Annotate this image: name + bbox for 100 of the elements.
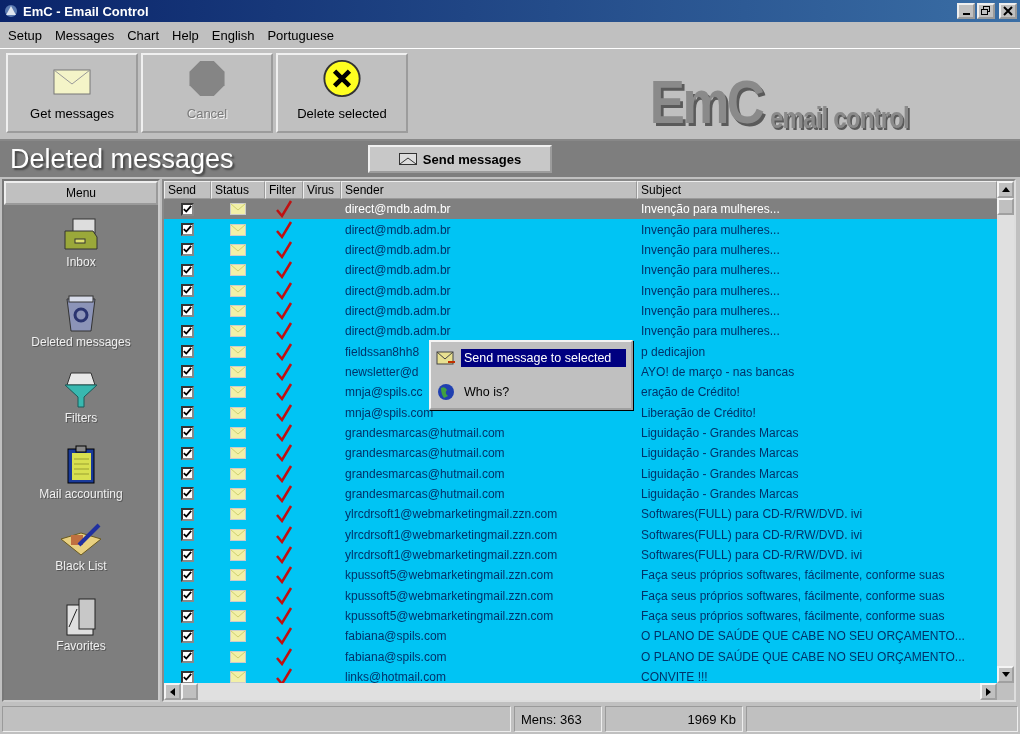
send-checkbox[interactable] [181, 568, 194, 582]
envelope-icon [230, 304, 246, 317]
minimize-icon [962, 13, 970, 15]
sender-text: links@hotmail.com [345, 670, 446, 683]
menu-item[interactable]: English [211, 27, 255, 43]
send-checkbox[interactable] [181, 446, 194, 460]
column-header[interactable]: Subject [637, 181, 997, 199]
sender-text: direct@mdb.adm.br [345, 283, 451, 298]
send-checkbox[interactable] [181, 304, 194, 318]
subject-text: Faça seus próprios softwares, fácilmente, conforme suas [641, 609, 945, 624]
subject-text: O PLANO DE SAÚDE QUE CABE NO SEU ORÇAMENTO... [641, 649, 965, 664]
scroll-down-button[interactable] [997, 666, 1014, 683]
maximize-button[interactable] [977, 3, 995, 19]
scroll-thumb[interactable] [997, 198, 1014, 215]
envelope-icon [230, 365, 246, 378]
logo-text: email control [770, 103, 910, 133]
send-checkbox[interactable] [181, 202, 194, 216]
send-checkbox[interactable] [181, 385, 194, 399]
column-header[interactable]: Sender [341, 181, 637, 199]
envelope-icon [230, 488, 246, 500]
send-checkbox[interactable] [181, 528, 194, 542]
envelope-icon [230, 650, 246, 663]
scroll-right-button[interactable] [980, 683, 997, 700]
sender-text: direct@mdb.adm.br [345, 263, 451, 278]
sidebar-item[interactable]: Favorites [56, 597, 106, 669]
send-checkbox[interactable] [181, 589, 194, 603]
subject-text: Liberação de Crédito! [641, 405, 756, 420]
envelope-icon [230, 223, 246, 236]
send-checkbox[interactable] [181, 406, 194, 420]
envelope-icon [436, 350, 456, 366]
sender-text: direct@mdb.adm.br [345, 324, 451, 339]
envelope-icon [230, 426, 246, 439]
context-menu-item[interactable]: Who is? [433, 378, 629, 406]
menu-item[interactable]: Help [172, 27, 199, 43]
send-checkbox[interactable] [181, 365, 194, 379]
scroll-thumb[interactable] [181, 683, 198, 700]
sender-text: ylrcdrsoft1@webmarketingmail.zzn.com [345, 548, 558, 562]
send-checkbox[interactable] [181, 650, 194, 664]
menu-item[interactable]: Messages [55, 27, 115, 43]
envelope-icon [230, 386, 246, 399]
envelope-icon [230, 610, 246, 623]
horizontal-scrollbar[interactable] [164, 683, 1014, 700]
send-checkbox[interactable] [181, 263, 194, 277]
restore-icon [981, 6, 991, 16]
scroll-up-button[interactable] [997, 181, 1014, 198]
send-checkbox[interactable] [181, 426, 194, 440]
menu-header: Menu [4, 181, 158, 205]
selected-row[interactable]: direct@mdb.adm.br Invenção para mulheres... [164, 199, 997, 220]
drawer-icon [61, 217, 101, 253]
sidebar-item[interactable]: Mail accounting [39, 445, 123, 517]
column-header[interactable]: Virus [303, 181, 341, 199]
send-checkbox[interactable] [181, 507, 194, 521]
subject-text: Invenção para mulheres... [641, 222, 780, 237]
envelope-icon [230, 569, 246, 582]
logo-mark: EmC [649, 71, 763, 133]
send-checkbox[interactable] [181, 284, 194, 298]
envelope-icon [230, 630, 246, 643]
envelope-icon [230, 467, 246, 480]
sender-text: grandesmarcas@hutmail.com [345, 446, 505, 461]
down-arrow-icon [1001, 672, 1010, 677]
menu-item[interactable]: Setup [8, 27, 42, 43]
subject-text: CONVITE !!! [641, 670, 708, 683]
send-checkbox[interactable] [181, 609, 194, 623]
send-messages-button[interactable]: Send messages [368, 145, 552, 173]
sender-text: grandesmarcas@hutmail.com [345, 466, 505, 481]
subject-text: Invenção para mulheres... [641, 283, 780, 298]
sender-text: grandesmarcas@hutmail.com [345, 487, 505, 501]
send-checkbox[interactable] [181, 324, 194, 338]
app-icon [3, 3, 19, 19]
subject-text: Invenção para mulheres... [641, 263, 780, 278]
sidebar-item[interactable]: Black List [55, 521, 107, 593]
send-checkbox[interactable] [181, 243, 194, 257]
column-header[interactable]: Filter [265, 181, 303, 199]
scroll-left-button[interactable] [164, 683, 181, 700]
send-checkbox[interactable] [181, 629, 194, 643]
sidebar-item[interactable]: Filters [61, 369, 101, 441]
minimize-button[interactable] [957, 3, 975, 19]
subject-text: Liguidação - Grandes Marcas [641, 487, 799, 501]
send-checkbox[interactable] [181, 223, 194, 236]
envelope-icon [230, 203, 246, 216]
toolbar-button[interactable]: Get messages [6, 53, 138, 133]
envelope-icon [230, 243, 246, 256]
menu-item[interactable]: Portuguese [267, 27, 334, 43]
menu-item[interactable]: Chart [127, 27, 160, 43]
envelope-icon [230, 406, 246, 419]
sidebar-item[interactable]: Deleted messages [31, 293, 131, 365]
send-checkbox[interactable] [181, 345, 194, 359]
vertical-scrollbar[interactable] [997, 181, 1014, 683]
column-header[interactable]: Status [211, 181, 265, 199]
send-checkbox[interactable] [181, 467, 194, 481]
close-icon [1003, 6, 1013, 16]
column-header[interactable]: Send [164, 181, 211, 199]
toolbar-button[interactable]: Delete selected [276, 53, 408, 133]
left-arrow-icon [170, 687, 175, 696]
send-checkbox[interactable] [181, 548, 194, 562]
send-checkbox[interactable] [181, 487, 194, 501]
sidebar-item[interactable]: Inbox [61, 217, 101, 289]
close-button[interactable] [999, 3, 1017, 19]
sender-text: newsletter@d [345, 364, 419, 379]
send-checkbox[interactable] [181, 670, 194, 683]
